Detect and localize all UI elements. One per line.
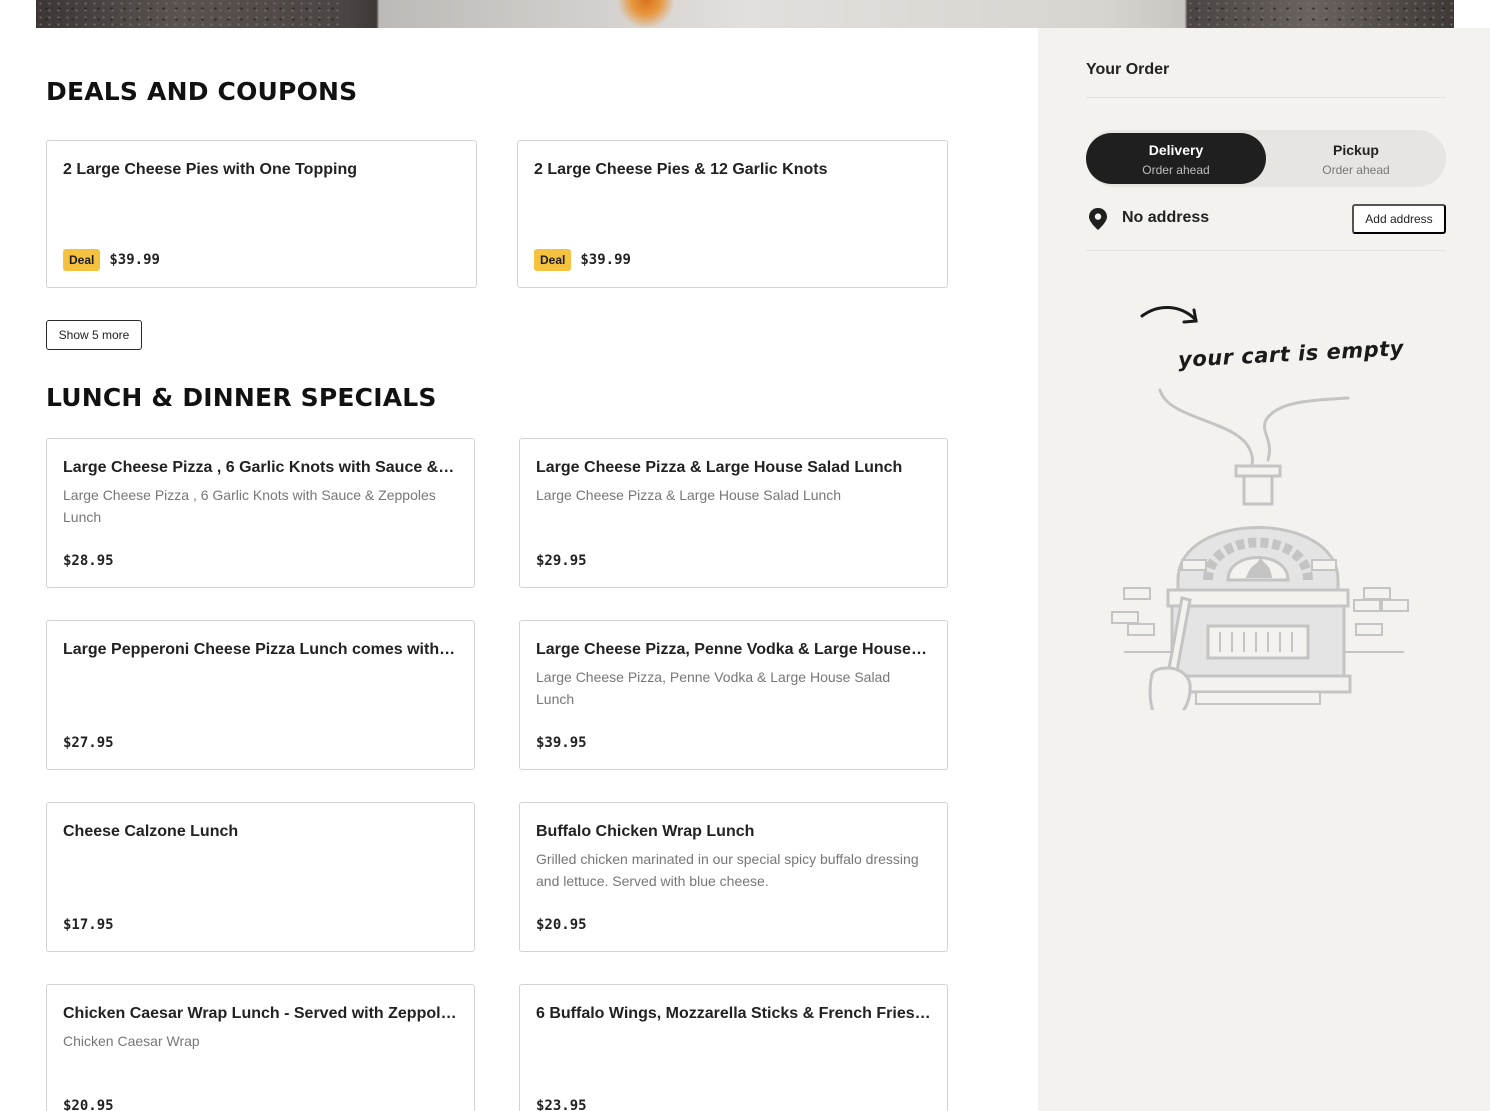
- deal-price-row: Deal $39.99: [534, 249, 631, 271]
- deals-section-title: DEALS AND COUPONS: [46, 77, 358, 106]
- hero-banner-image: [36, 0, 1454, 28]
- delivery-label: Delivery: [1148, 142, 1204, 158]
- deal-title: 2 Large Cheese Pies & 12 Garlic Knots: [534, 161, 828, 178]
- show-more-deals-button[interactable]: Show 5 more: [46, 320, 142, 350]
- address-row: No address Add address: [1086, 204, 1446, 234]
- menu-item-title: 6 Buffalo Wings, Mozzarella Sticks & Fre…: [536, 1005, 931, 1022]
- menu-item-price: $23.95: [536, 1098, 587, 1111]
- deal-badge: Deal: [534, 249, 572, 271]
- hero-granite-left: [36, 0, 340, 28]
- menu-item-price: $29.95: [536, 553, 587, 569]
- delivery-option[interactable]: Delivery Order ahead: [1086, 133, 1266, 184]
- menu-item-card[interactable]: Buffalo Chicken Wrap Lunch Grilled chick…: [519, 802, 948, 952]
- add-address-button[interactable]: Add address: [1352, 204, 1446, 234]
- hero-pizza-crust: [616, 0, 676, 28]
- menu-item-title: Large Cheese Pizza, Penne Vodka & Large …: [536, 641, 931, 658]
- address-text: No address: [1122, 209, 1210, 226]
- menu-item-card[interactable]: Large Cheese Pizza, Penne Vodka & Large …: [519, 620, 948, 770]
- order-sidebar: Your Order Delivery Order ahead Pickup O…: [1038, 28, 1490, 1111]
- menu-item-card[interactable]: 6 Buffalo Wings, Mozzarella Sticks & Fre…: [519, 984, 948, 1111]
- deal-card[interactable]: 2 Large Cheese Pies with One Topping Dea…: [46, 140, 477, 288]
- menu-item-title: Buffalo Chicken Wrap Lunch: [536, 823, 755, 840]
- menu-item-description: Chicken Caesar Wrap: [63, 1033, 200, 1049]
- menu-item-description: Large Cheese Pizza , 6 Garlic Knots with…: [63, 487, 436, 525]
- menu-main: DEALS AND COUPONS 2 Large Cheese Pies wi…: [0, 28, 1038, 1111]
- menu-item-card[interactable]: Cheese Calzone Lunch $17.95: [46, 802, 475, 952]
- pickup-label: Pickup: [1333, 142, 1379, 158]
- fulfillment-toggle: Delivery Order ahead Pickup Order ahead: [1086, 130, 1446, 187]
- menu-item-description: Grilled chicken marinated in our special…: [536, 851, 919, 889]
- menu-item-card[interactable]: Large Cheese Pizza , 6 Garlic Knots with…: [46, 438, 475, 588]
- order-title: Your Order: [1086, 61, 1170, 78]
- menu-item-card[interactable]: Large Cheese Pizza & Large House Salad L…: [519, 438, 948, 588]
- menu-item-description: Large Cheese Pizza, Penne Vodka & Large …: [536, 669, 891, 707]
- specials-section-title: LUNCH & DINNER SPECIALS: [46, 383, 437, 412]
- menu-item-title: Cheese Calzone Lunch: [63, 823, 239, 840]
- menu-item-card[interactable]: Large Pepperoni Cheese Pizza Lunch comes…: [46, 620, 475, 770]
- deal-price: $39.99: [580, 252, 631, 268]
- menu-item-card[interactable]: Chicken Caesar Wrap Lunch - Served with …: [46, 984, 475, 1111]
- deal-card[interactable]: 2 Large Cheese Pies & 12 Garlic Knots De…: [517, 140, 948, 288]
- menu-item-description: Large Cheese Pizza & Large House Salad L…: [536, 487, 842, 503]
- menu-item-title: Chicken Caesar Wrap Lunch - Served with …: [63, 1005, 458, 1022]
- curved-arrow-icon: [1140, 305, 1198, 324]
- deal-title: 2 Large Cheese Pies with One Topping: [63, 161, 357, 178]
- address-divider: [1086, 250, 1446, 251]
- deal-price-row: Deal $39.99: [63, 249, 160, 271]
- deal-price: $39.99: [109, 252, 160, 268]
- delivery-sublabel: Order ahead: [1142, 163, 1210, 177]
- menu-item-price: $27.95: [63, 735, 114, 751]
- location-pin-icon: [1089, 208, 1107, 230]
- menu-item-title: Large Cheese Pizza & Large House Salad L…: [536, 459, 903, 476]
- menu-item-title: Large Cheese Pizza , 6 Garlic Knots with…: [63, 459, 458, 476]
- menu-item-price: $39.95: [536, 735, 587, 751]
- deal-badge: Deal: [63, 249, 101, 271]
- pickup-sublabel: Order ahead: [1322, 163, 1390, 177]
- pizza-oven-illustration: [1111, 305, 1409, 710]
- menu-item-title: Large Pepperoni Cheese Pizza Lunch comes…: [63, 641, 458, 658]
- menu-item-price: $17.95: [63, 917, 114, 933]
- pickup-option[interactable]: Pickup Order ahead: [1266, 133, 1446, 184]
- menu-item-price: $20.95: [536, 917, 587, 933]
- hero-granite-right: [1186, 0, 1454, 28]
- menu-item-price: $28.95: [63, 553, 114, 569]
- menu-item-price: $20.95: [63, 1098, 114, 1111]
- order-divider: [1086, 97, 1446, 98]
